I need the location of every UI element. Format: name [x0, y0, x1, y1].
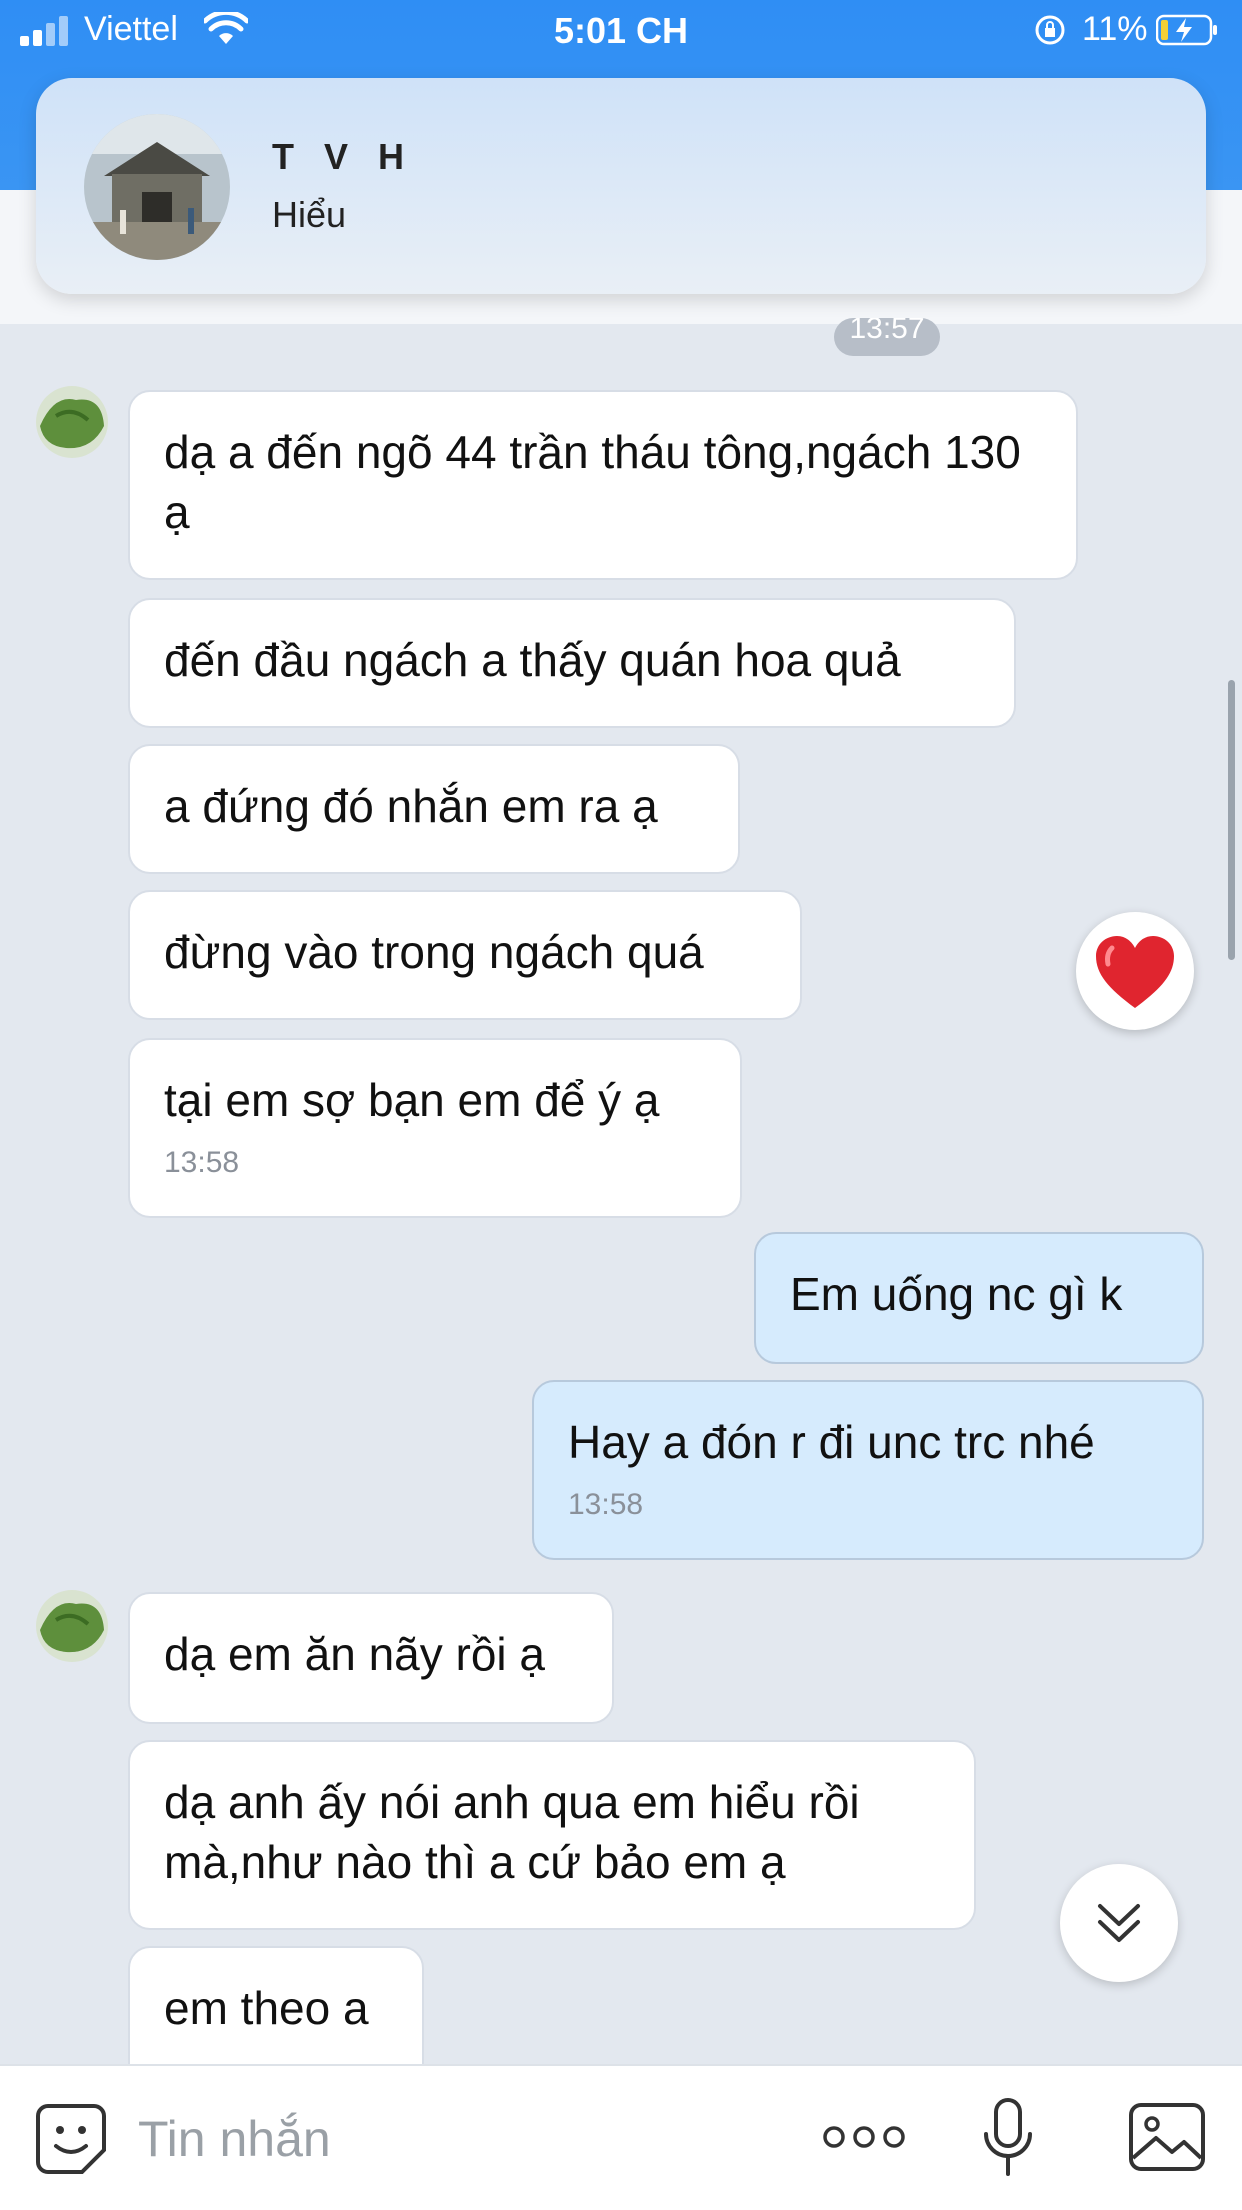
sticker-icon[interactable]	[34, 2102, 108, 2176]
battery-percent: 11%	[1082, 10, 1148, 48]
microphone-icon[interactable]	[978, 2096, 1038, 2180]
contact-avatar[interactable]	[36, 386, 108, 458]
orientation-lock-icon	[1035, 15, 1065, 45]
message-text: đừng vào trong ngách quá	[164, 926, 704, 978]
message-bubble[interactable]: dạ anh ấy nói anh qua em hiểu rồi mà,như…	[128, 1740, 976, 1930]
message-timestamp: 13:58	[568, 1488, 644, 1521]
message-text: Hay a đón r đi unc trc nhé	[568, 1416, 1095, 1468]
message-input-bar	[0, 2064, 1242, 2210]
message-timestamp: 13:58	[164, 1146, 240, 1179]
image-icon[interactable]	[1128, 2102, 1206, 2172]
message-bubble[interactable]: a đứng đó nhắn em ra ạ	[128, 744, 740, 874]
message-text: đến đầu ngách a thấy quán hoa quả	[164, 634, 901, 686]
message-bubble-outgoing[interactable]: Em uống nc gì k	[754, 1232, 1204, 1364]
heart-icon	[1096, 936, 1174, 1008]
notification-avatar	[84, 114, 230, 260]
time-divider-chip: 13:57	[834, 318, 940, 356]
message-input[interactable]	[136, 2106, 740, 2172]
notification-title: T V H	[272, 136, 415, 177]
double-chevron-down-icon	[1098, 1904, 1140, 1942]
battery-charging-icon	[1156, 14, 1217, 46]
message-text: dạ a đến ngõ 44 trần tháu tông,ngách 130…	[164, 426, 1021, 538]
scroll-indicator[interactable]	[1228, 680, 1235, 960]
message-text: em theo a	[164, 1982, 369, 2034]
message-text: tại em sợ bạn em để ý ạ	[164, 1074, 660, 1126]
notification-banner[interactable]: T V H Hiểu	[36, 78, 1206, 294]
status-bar: Viettel 5:01 CH 11%	[0, 0, 1242, 62]
contact-avatar[interactable]	[36, 1590, 108, 1662]
more-dots-icon[interactable]	[822, 2122, 906, 2152]
message-bubble[interactable]: dạ em ăn nãy rồi ạ	[128, 1592, 614, 1724]
notification-body: Hiểu	[272, 194, 347, 235]
message-bubble[interactable]: dạ a đến ngõ 44 trần tháu tông,ngách 130…	[128, 390, 1078, 580]
message-text: a đứng đó nhắn em ra ạ	[164, 780, 658, 832]
scroll-to-bottom-button[interactable]	[1060, 1864, 1178, 1982]
message-bubble-outgoing[interactable]: Hay a đón r đi unc trc nhé 13:58	[532, 1380, 1204, 1560]
message-text: Em uống nc gì k	[790, 1268, 1123, 1320]
message-bubble[interactable]: tại em sợ bạn em để ý ạ 13:58	[128, 1038, 742, 1218]
message-text: dạ anh ấy nói anh qua em hiểu rồi mà,như…	[164, 1776, 860, 1888]
message-bubble[interactable]: đến đầu ngách a thấy quán hoa quả	[128, 598, 1016, 728]
message-bubble[interactable]: đừng vào trong ngách quá	[128, 890, 802, 1020]
message-text: dạ em ăn nãy rồi ạ	[164, 1628, 546, 1680]
heart-reaction-button[interactable]	[1076, 912, 1194, 1030]
